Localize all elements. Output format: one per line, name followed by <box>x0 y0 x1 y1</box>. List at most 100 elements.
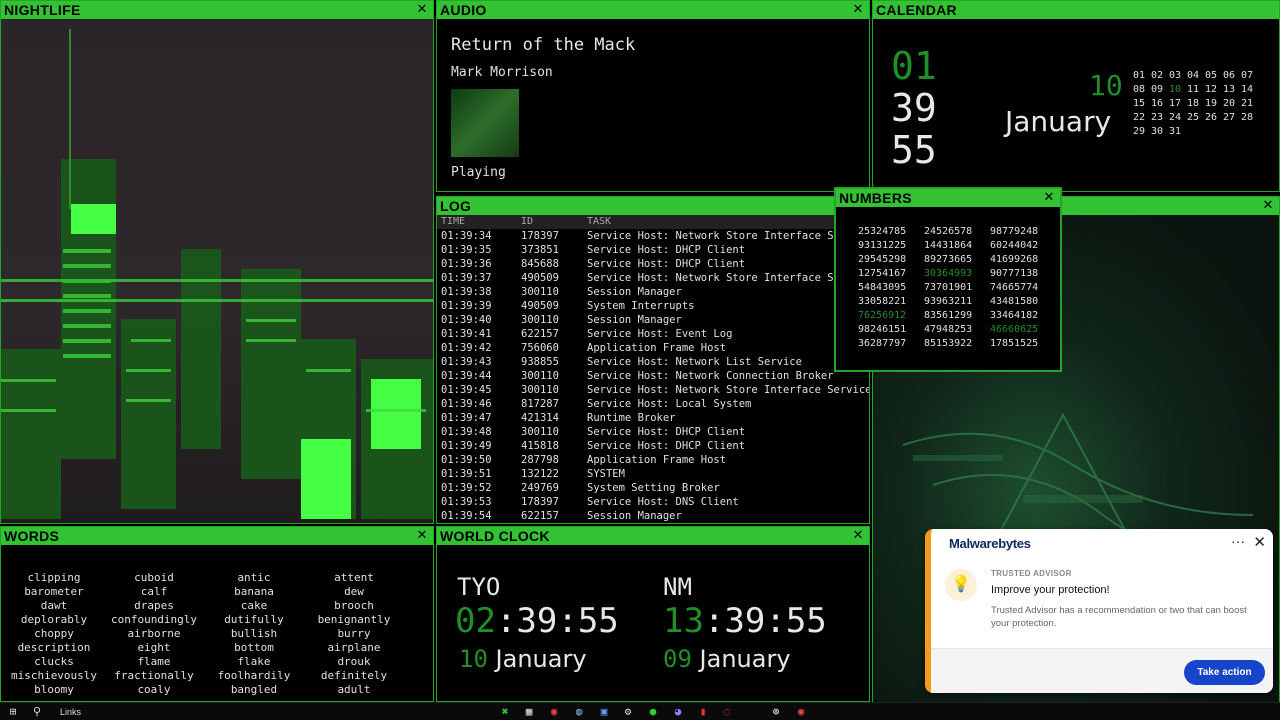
record-icon[interactable]: ◌ <box>720 705 734 719</box>
calendar-day-cell: 26 <box>1205 112 1218 123</box>
word-item: cake <box>240 599 268 612</box>
clock-day-2: 09 <box>663 645 692 673</box>
word-item: brooch <box>334 599 374 612</box>
close-icon[interactable]: ✕ <box>1261 197 1275 215</box>
log-cell-time: 01:39:50 <box>441 454 492 466</box>
number-cell: 93131225 <box>858 240 907 251</box>
windows-start-icon[interactable]: ⊞ <box>6 705 20 719</box>
calendar-day-cell: 21 <box>1241 98 1254 109</box>
calendar-day-cell: 19 <box>1205 98 1218 109</box>
calendar-day-cell: 27 <box>1223 112 1236 123</box>
chrome-icon[interactable]: ◉ <box>547 705 561 719</box>
clock-city-2: NM <box>663 573 692 601</box>
word-item: bloomy <box>34 683 74 696</box>
close-icon[interactable]: ✕ <box>415 527 429 545</box>
log-cell-task: Session Manager <box>587 510 682 522</box>
log-cell-task: System Interrupts <box>587 300 695 312</box>
numbers-title: NUMBERS <box>836 189 1060 207</box>
word-item: clucks <box>34 655 74 668</box>
nightlife-title: NIGHTLIFE <box>1 1 433 19</box>
log-cell-task: Runtime Broker <box>587 412 676 424</box>
log-cell-task: Session Manager <box>587 286 682 298</box>
number-cell: 98246151 <box>858 324 907 335</box>
close-icon[interactable]: ✕ <box>1042 189 1056 207</box>
chrome-window-icon[interactable]: ◉ <box>794 705 808 719</box>
log-row: 01:39:48 300110 Service Host: DHCP Client <box>437 425 869 439</box>
log-cell-task: Service Host: DHCP Client <box>587 440 746 452</box>
audio-title: AUDIO <box>437 1 869 19</box>
close-icon[interactable]: ✕ <box>415 1 429 19</box>
word-item: flake <box>237 655 271 668</box>
clock-time-2: 13:39:55 <box>663 601 827 641</box>
log-cell-time: 01:39:53 <box>441 496 492 508</box>
toast-message: Trusted Advisor has a recommendation or … <box>991 605 1247 629</box>
calendar-day-cell: 22 <box>1133 112 1146 123</box>
calculator-icon[interactable]: ▦ <box>522 705 536 719</box>
log-cell-id: 373851 <box>521 244 559 256</box>
calendar-day-cell: 01 <box>1133 70 1146 81</box>
calendar-day-cell: 13 <box>1223 84 1236 95</box>
steam-icon[interactable]: ◍ <box>572 705 586 719</box>
word-item: coaly <box>137 683 171 696</box>
bookmark-icon[interactable]: ▮ <box>696 705 710 719</box>
number-cell: 43481580 <box>990 296 1039 307</box>
close-icon[interactable]: ✕ <box>851 527 865 545</box>
word-icon[interactable]: ▣ <box>597 705 611 719</box>
log-row: 01:39:46 817287 Service Host: Local System <box>437 397 869 411</box>
spotify-icon[interactable]: ● <box>646 705 660 719</box>
more-options-icon[interactable]: ··· <box>1231 533 1245 549</box>
close-icon[interactable]: ✕ <box>851 1 865 19</box>
calendar-day-cell: 09 <box>1151 84 1164 95</box>
clock-month-2: January <box>699 645 791 673</box>
taskbar-search-label[interactable]: Links <box>60 705 81 719</box>
log-cell-id: 300110 <box>521 426 559 438</box>
world-clock-panel: WORLD CLOCK ✕ TYO 02:39:55 10 January NM… <box>436 526 870 702</box>
calendar-month: January <box>1005 105 1112 138</box>
word-item: burry <box>337 627 371 640</box>
clock-hour-2: 13 <box>663 601 704 641</box>
word-item: flame <box>137 655 171 668</box>
settings-icon[interactable]: ⚙ <box>621 705 635 719</box>
log-row: 01:39:52 249769 System Setting Broker <box>437 481 869 495</box>
calendar-day-cell: 11 <box>1187 84 1200 95</box>
log-cell-time: 01:39:36 <box>441 258 492 270</box>
word-item: benignantly <box>317 613 391 626</box>
take-action-button[interactable]: Take action <box>1184 660 1265 685</box>
steam-client-icon[interactable]: ⊛ <box>769 705 783 719</box>
log-row: 01:39:45 300110 Service Host: Network Stor… <box>437 383 869 397</box>
number-cell: 83561299 <box>924 310 973 321</box>
calendar-day-cell: 07 <box>1241 70 1254 81</box>
playback-status: Playing <box>451 165 506 180</box>
number-cell: 74665774 <box>990 282 1039 293</box>
word-item: mischievously <box>10 669 98 682</box>
search-icon[interactable]: ⚲ <box>30 705 44 719</box>
word-item: fractionally <box>114 669 194 682</box>
log-row: 01:39:44 300110 Service Host: Network Conn… <box>437 369 869 383</box>
word-item: adult <box>337 683 371 696</box>
toast-close-icon[interactable]: ✕ <box>1253 533 1266 551</box>
log-row: 01:39:35 373851 Service Host: DHCP Client <box>437 243 869 257</box>
calendar-day-cell: 28 <box>1241 112 1254 123</box>
log-row: 01:39:49 415818 Service Host: DHCP Client <box>437 439 869 453</box>
log-cell-task: Service Host: Network Store Interface Se… <box>587 272 847 284</box>
number-cell: 17851525 <box>990 338 1039 349</box>
calendar-day-cell: 04 <box>1187 70 1200 81</box>
clock-rest-1: :39:55 <box>495 601 619 641</box>
clock-minute: 39 <box>891 86 937 130</box>
number-cell: 29545298 <box>858 254 907 265</box>
calendar-day-cell: 23 <box>1151 112 1164 123</box>
calendar-day-cell: 06 <box>1223 70 1236 81</box>
log-cell-time: 01:39:48 <box>441 426 492 438</box>
world-clock-title: WORLD CLOCK <box>437 527 869 545</box>
log-cell-time: 01:39:46 <box>441 398 492 410</box>
calendar-day-cell: 15 <box>1133 98 1146 109</box>
discord-icon[interactable]: ◕ <box>671 705 685 719</box>
number-cell: 93963211 <box>924 296 973 307</box>
calendar-day-cell: 03 <box>1169 70 1182 81</box>
log-header-time: TIME <box>441 216 466 227</box>
calendar-day-cell: 10 <box>1169 84 1182 95</box>
xbox-icon[interactable]: ✖ <box>498 705 512 719</box>
word-item: dutifully <box>224 613 284 626</box>
log-row: 01:39:41 622157 Service Host: Event Log <box>437 327 869 341</box>
log-row: 01:39:43 938855 Service Host: Network List… <box>437 355 869 369</box>
